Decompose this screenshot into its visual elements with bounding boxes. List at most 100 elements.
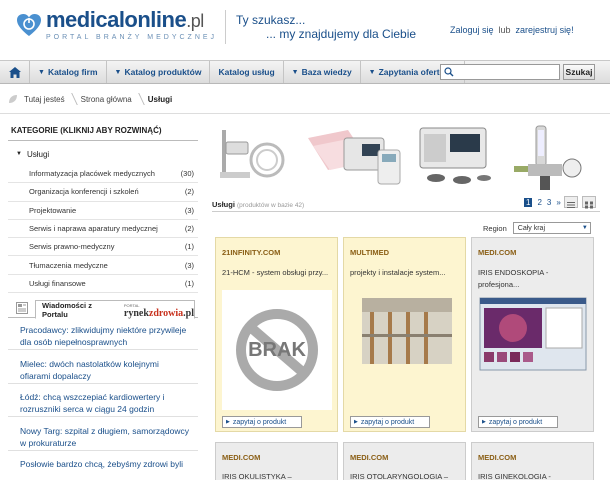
svg-text:BRAK: BRAK — [248, 339, 306, 361]
next-page[interactable]: » — [556, 198, 560, 207]
header-divider — [225, 10, 226, 44]
category-count: (2) — [184, 224, 194, 234]
category-label: Usługi finansowe — [29, 278, 86, 288]
product-name[interactable]: 21-HCM - system obsługi przy... — [222, 267, 334, 279]
section-header: Usługi (produktów w bazie 42) 1 2 3 » — [212, 196, 600, 212]
news-item[interactable]: Pracodawcy: zlikwidujmy niektóre przywil… — [8, 322, 198, 350]
sidebar-title: KATEGORIE (KLIKNIJ ABY ROZWINĄĆ) — [11, 126, 162, 135]
category-count: (1) — [184, 242, 194, 252]
chevron-down-icon: ▼ — [38, 68, 45, 76]
category-list: Informatyzacja placówek medycznych (30) O… — [8, 165, 198, 294]
company-name[interactable]: MEDI.COM — [222, 453, 260, 462]
medical-device-image — [212, 120, 309, 194]
category-root-uslugi[interactable]: ▼ Usługi — [8, 148, 198, 160]
product-card[interactable]: MULTIMED projekty i instalacje system...… — [343, 237, 466, 432]
category-label: Informatyzacja placówek medycznych — [29, 169, 155, 179]
nav-item-katalog-uslug[interactable]: Katalog usług — [210, 61, 284, 83]
breadcrumb-current: Usługi — [147, 94, 173, 104]
category-count: (2) — [184, 187, 194, 197]
company-name[interactable]: 21INFINITY.COM — [222, 248, 280, 257]
ask-about-product-button[interactable]: ▶ zapytaj o produkt — [222, 416, 302, 428]
category-label: Organizacja konferencji i szkoleń — [29, 187, 139, 197]
category-count: (3) — [184, 260, 194, 270]
list-view-icon — [567, 202, 575, 208]
chevron-down-icon: ▼ — [291, 68, 299, 76]
news-icon — [16, 302, 28, 314]
nav-item-baza-wiedzy[interactable]: ▼ Baza wiedzy — [284, 61, 361, 83]
rynekzdrowia-logo: PORTAL rynekzdrowia.pl — [123, 302, 194, 319]
nav-item-katalog-firm[interactable]: ▼ Katalog firm — [30, 61, 107, 83]
nav-label: Katalog firm — [47, 67, 98, 77]
company-name[interactable]: MEDI.COM — [478, 248, 516, 257]
tab-portal-news[interactable]: Wiadomości z Portalu PORTAL rynekzdrowia… — [35, 300, 195, 319]
region-label: Region — [483, 223, 507, 233]
product-card[interactable]: MEDI.COM IRIS OKULISTYKA – — [215, 442, 338, 480]
company-name[interactable]: MULTIMED — [350, 248, 389, 257]
category-item[interactable]: Tłumaczenia medyczne (3) — [8, 256, 198, 275]
search-icon — [444, 67, 454, 77]
page-1[interactable]: 1 — [524, 198, 533, 207]
home-button[interactable] — [0, 61, 30, 83]
triangle-right-icon: ▶ — [482, 419, 486, 425]
leaf-icon — [9, 95, 17, 103]
category-label: Tłumaczenia medyczne — [29, 260, 108, 270]
page-2[interactable]: 2 — [537, 198, 541, 207]
search-input[interactable] — [440, 64, 560, 80]
search-button[interactable]: Szukaj — [563, 64, 595, 80]
news-item[interactable]: Mielec: dwóch nastolatków kolejnymi ofia… — [8, 356, 198, 384]
page-3[interactable]: 3 — [547, 198, 551, 207]
pagination: 1 2 3 » — [524, 198, 566, 207]
product-card[interactable]: MEDI.COM IRIS ENDOSKOPIA - profesjona...… — [471, 237, 594, 432]
home-icon — [8, 66, 21, 78]
category-item[interactable]: Projektowanie (3) — [8, 202, 198, 220]
company-name[interactable]: MEDI.COM — [478, 453, 516, 462]
product-name[interactable]: IRIS GINEKOLOGIA - — [478, 472, 551, 480]
category-item[interactable]: Serwis i naprawa aparatury medycznej (2) — [8, 220, 198, 239]
list-view-button[interactable] — [564, 196, 578, 208]
nav-label: Baza wiedzy — [301, 67, 352, 77]
analyzer-device-image — [404, 120, 501, 194]
breadcrumb: Tutaj jesteś Strona główna Usługi — [8, 90, 182, 108]
product-card[interactable]: MEDI.COM IRIS GINEKOLOGIA - — [471, 442, 594, 480]
tab-label: Wiadomości z Portalu — [42, 300, 92, 319]
category-label: Projektowanie — [29, 205, 77, 215]
category-item[interactable]: Organizacja konferencji i szkoleń (2) — [8, 183, 198, 202]
product-card[interactable]: MEDI.COM IRIS OTOLARYNGOLOGIA – — [343, 442, 466, 480]
category-item[interactable]: Usługi finansowe (1) — [8, 275, 198, 294]
news-item[interactable]: Łódź: chcą wszczepiać kardiowertery i ro… — [8, 389, 198, 417]
region-filter: Region Cały kraj ▼ — [483, 222, 591, 234]
breadcrumb-home[interactable]: Strona główna — [75, 90, 142, 108]
category-count: (30) — [180, 169, 194, 179]
section-title: Usługi (produktów w bazie 42) — [212, 200, 305, 209]
register-link[interactable]: zarejestruj się! — [516, 25, 574, 35]
heart-logo-icon — [17, 13, 41, 36]
news-item[interactable]: Nowy Targ: szpital z długiem, samorządow… — [8, 423, 198, 451]
nav-item-katalog-produktow[interactable]: ▼ Katalog produktów — [107, 61, 211, 83]
region-select[interactable]: Cały kraj ▼ — [512, 222, 591, 234]
ask-about-product-button[interactable]: ▶ zapytaj o produkt — [478, 416, 558, 428]
endoscopy-software-screenshot — [478, 290, 588, 410]
breadcrumb-divider — [0, 113, 610, 114]
ask-about-product-button[interactable]: ▶ zapytaj o produkt — [350, 416, 430, 428]
product-name[interactable]: IRIS ENDOSKOPIA - profesjona... — [478, 267, 590, 291]
category-item[interactable]: Informatyzacja placówek medycznych (30) — [8, 165, 198, 184]
category-count: (1) — [184, 278, 194, 288]
product-card[interactable]: 21INFINITY.COM 21-HCM - system obsługi p… — [215, 237, 338, 432]
product-name[interactable]: IRIS OKULISTYKA – — [222, 472, 292, 480]
login-link[interactable]: Zaloguj się — [450, 25, 494, 35]
category-item[interactable]: Serwis prawno-medyczny (1) — [8, 238, 198, 257]
grid-view-button[interactable] — [582, 196, 596, 209]
site-logo[interactable]: medicalonline.pl PORTAL BRANŻY MEDYCZNEJ — [16, 8, 217, 41]
category-root-label: Usługi — [26, 149, 50, 159]
product-name[interactable]: IRIS OTOLARYNGOLOGIA – — [350, 472, 448, 480]
nav-label: Katalog usług — [218, 67, 275, 77]
main-nav: ▼ Katalog firm ▼ Katalog produktów Katalog… — [0, 60, 610, 84]
product-name[interactable]: projekty i instalacje system... — [350, 267, 462, 279]
logo-suffix: .pl — [186, 11, 204, 31]
company-name[interactable]: MEDI.COM — [350, 453, 388, 462]
sidebar-divider — [8, 140, 198, 141]
news-item[interactable]: Posłowie bardzo chcą, żebyśmy zdrowi byl… — [8, 456, 198, 472]
chevron-down-icon: ▼ — [368, 68, 376, 76]
auth-or: lub — [498, 25, 511, 35]
breadcrumb-label: Tutaj jesteś — [18, 90, 75, 108]
